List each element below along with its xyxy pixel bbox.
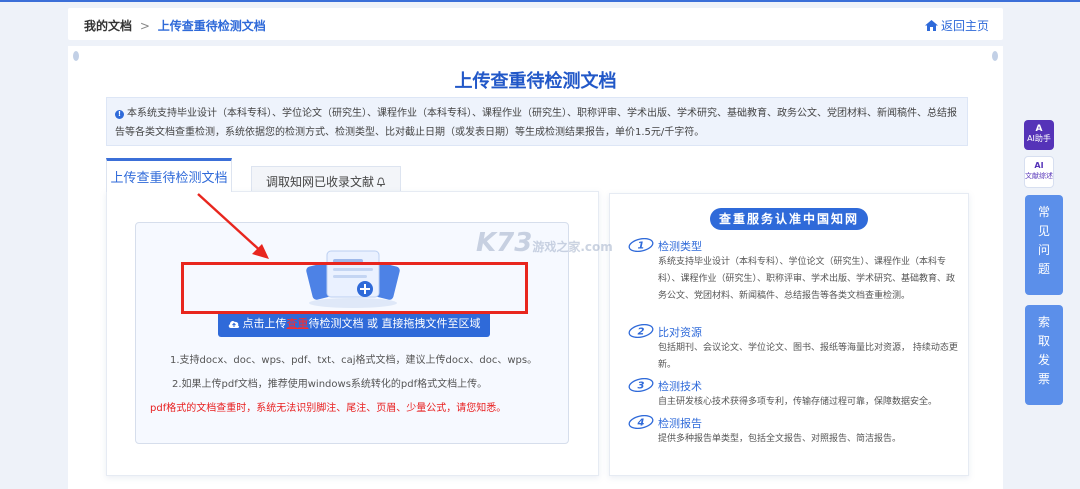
tab-upload[interactable]: 上传查重待检测文档 — [106, 158, 232, 192]
pdf-warning: pdf格式的文档查重时，系统无法识别脚注、尾注、页眉、少量公式，请您知悉。 — [150, 403, 507, 414]
pdf-hint: 2.如果上传pdf文档，推荐使用windows系统转化的pdf格式文档上传。 — [172, 379, 488, 390]
breadcrumb: 我的文档 > 上传查重待检测文档 — [84, 17, 266, 34]
invoice-char: 发 — [1037, 353, 1050, 367]
faq-char: 问 — [1037, 243, 1050, 257]
invoice-button[interactable]: 索 取 发 票 — [1025, 305, 1063, 405]
ai-logo-icon: A — [1035, 124, 1043, 134]
breadcrumb-bar: 我的文档 > 上传查重待检测文档 返回主页 — [68, 8, 1003, 40]
svg-text:1: 1 — [638, 241, 645, 252]
upload-button-suffix: 待检测文档 或 直接拖拽文件至区域 — [308, 317, 481, 330]
watermark-logo: K73游戏之家.com — [476, 228, 613, 258]
back-home-link[interactable]: 返回主页 — [924, 17, 989, 34]
feature-title: 检测报告 — [658, 417, 702, 430]
upload-button-prefix: 点击上传 — [242, 317, 287, 330]
main-card: 上传查重待检测文档 ! 本系统支持毕业设计（本科专科）、学位论文（研究生）、课程作… — [68, 46, 1003, 489]
number-1-icon: 1 — [628, 238, 654, 252]
faq-char: 题 — [1037, 262, 1050, 276]
service-panel: 查重服务认准中国知网 1 检测类型 系统支持毕业设计（本科专科）、学位论文（研究… — [609, 193, 969, 476]
number-3-icon: 3 — [628, 378, 654, 392]
feature-title: 比对资源 — [658, 326, 702, 339]
tab-cnki-label: 调取知网已收录文献 — [265, 175, 374, 189]
invoice-char: 取 — [1037, 334, 1050, 348]
watermark-domain: .com — [580, 240, 613, 254]
svg-text:2: 2 — [638, 327, 645, 338]
feature-desc: 自主研发核心技术获得多项专利，传输存储过程可靠，保障数据安全。 — [658, 397, 938, 407]
feature-title: 检测类型 — [658, 240, 702, 253]
service-badge: 查重服务认准中国知网 — [710, 208, 868, 230]
home-icon — [924, 20, 938, 31]
ai-assistant-label: AI助手 — [1027, 134, 1051, 143]
card-pin — [992, 51, 998, 61]
notice-box: ! 本系统支持毕业设计（本科专科）、学位论文（研究生）、课程作业（本科专科）、课程… — [106, 97, 968, 146]
number-4-icon: 4 — [628, 415, 654, 429]
back-home-label: 返回主页 — [940, 19, 989, 33]
card-pin — [73, 51, 79, 61]
top-accent-line — [0, 0, 1080, 2]
red-arrow-annotation — [197, 193, 269, 259]
cloud-upload-icon — [228, 320, 239, 328]
breadcrumb-separator: > — [139, 19, 150, 33]
svg-text:3: 3 — [638, 381, 645, 392]
format-hint: 1.支持docx、doc、wps、pdf、txt、caj格式文档，建议上传doc… — [170, 355, 538, 366]
breadcrumb-home-link[interactable]: 我的文档 — [84, 19, 132, 33]
breadcrumb-current: 上传查重待检测文档 — [157, 19, 266, 33]
faq-char: 常 — [1037, 205, 1050, 219]
tab-cnki[interactable]: 调取知网已收录文献 — [251, 166, 401, 194]
ai-doc-icon: AI — [1034, 161, 1044, 170]
feature-desc: 包括期刊、会议论文、学位论文、图书、报纸等海量比对资源， 持续动态更新。 — [658, 343, 958, 370]
watermark-sub: 游戏之家 — [532, 240, 581, 254]
upload-button[interactable]: 点击上传查重待检测文档 或 直接拖拽文件至区域 — [218, 311, 490, 337]
feature-desc: 提供多种报告单类型，包括全文报告、对照报告、简洁报告。 — [658, 434, 902, 444]
feature-desc: 系统支持毕业设计（本科专科）、学位论文（研究生）、课程作业（本科专科）、课程作业… — [658, 257, 956, 301]
number-2-icon: 2 — [628, 324, 654, 338]
feature-title: 检测技术 — [658, 380, 702, 393]
bell-icon — [376, 177, 386, 187]
invoice-char: 索 — [1037, 315, 1050, 329]
watermark-main: K73 — [476, 228, 533, 258]
page-title: 上传查重待检测文档 — [454, 71, 617, 92]
faq-char: 见 — [1037, 224, 1050, 238]
literature-review-button[interactable]: AI 文献综述 — [1024, 156, 1054, 188]
notice-text: 本系统支持毕业设计（本科专科）、学位论文（研究生）、课程作业（本科专科）、课程作… — [115, 108, 957, 138]
literature-review-label: 文献综述 — [1025, 172, 1053, 180]
upload-button-highlight: 查重 — [286, 317, 309, 330]
ai-assistant-button[interactable]: A AI助手 — [1024, 120, 1054, 150]
faq-button[interactable]: 常 见 问 题 — [1025, 195, 1063, 295]
invoice-char: 票 — [1037, 372, 1050, 386]
red-highlight-box — [181, 262, 528, 314]
svg-text:4: 4 — [637, 418, 645, 429]
info-icon: ! — [115, 110, 124, 119]
